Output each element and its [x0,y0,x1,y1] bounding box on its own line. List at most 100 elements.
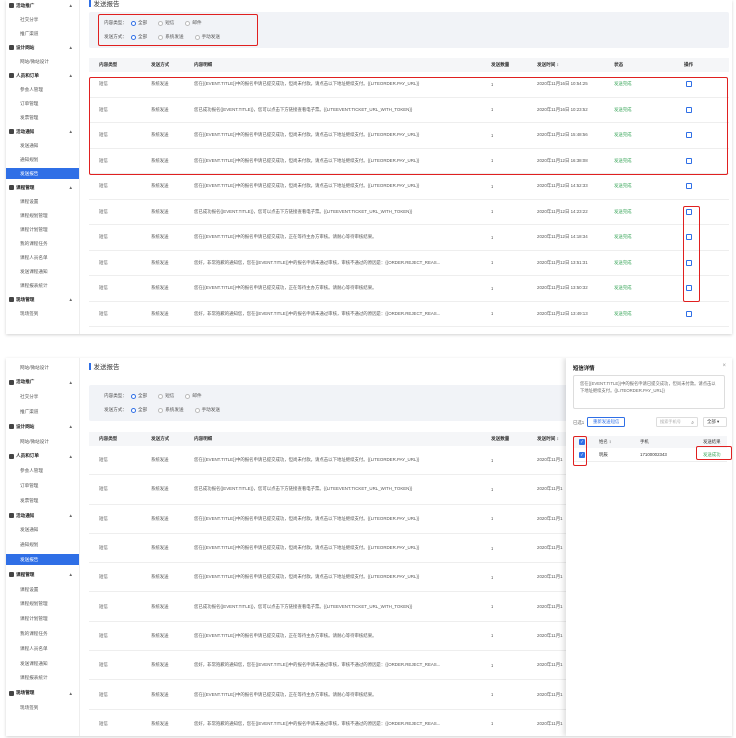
phone-search-input[interactable]: 搜索手机号 ⌕ [656,417,698,427]
sidebar-item[interactable]: 课程规划管理 [6,210,79,221]
sidebar-group[interactable]: 设计网站 ▲ [6,421,79,432]
sidebar-group[interactable]: 现场管理 ▲ [6,294,79,305]
view-detail-icon[interactable] [686,183,692,190]
column-header: 内容明细 [194,436,213,441]
sidebar-item[interactable]: 网站/微站设计 [6,362,79,373]
sidebar-item[interactable]: 社交分享 [6,392,79,403]
close-icon[interactable]: × [722,363,726,369]
view-detail-icon[interactable] [686,157,692,164]
sidebar-item[interactable]: 通知规划 [6,154,79,165]
sidebar-group[interactable]: 活动推广 ▲ [6,0,79,11]
sidebar-item[interactable]: 发送课程通知 [6,266,79,277]
chevron-up-icon[interactable]: ▲ [69,380,73,385]
chevron-up-icon[interactable]: ▲ [69,454,73,459]
sidebar-group[interactable]: 课程管理 ▲ [6,182,79,193]
column-header[interactable]: 发送时间 ↕ [537,432,559,446]
chevron-up-icon[interactable]: ▲ [69,297,73,302]
sidebar-group[interactable]: 人员和订单 ▲ [6,70,79,81]
sidebar-item[interactable]: 订单管理 [6,98,79,109]
sidebar-item[interactable]: 课程计划管理 [6,614,79,625]
sidebar-item[interactable]: 课程设置 [6,584,79,595]
sidebar-item[interactable]: 参会人管理 [6,84,79,95]
chevron-up-icon[interactable]: ▲ [69,129,73,134]
sidebar-item-label: 参会人管理 [20,86,43,92]
sidebar-item[interactable]: 发送通知 [6,525,79,536]
chevron-up-icon[interactable]: ▲ [69,691,73,696]
cell-send-count: 1 [491,457,494,463]
view-detail-icon[interactable] [686,234,692,241]
chevron-up-icon[interactable]: ▲ [69,185,73,190]
chevron-up-icon[interactable]: ▲ [69,513,73,518]
sidebar-group[interactable]: 现场管理 ▲ [6,688,79,699]
sidebar-group[interactable]: 活动推广 ▲ [6,377,79,388]
sidebar-item[interactable]: 发送通知 [6,140,79,151]
method-radio-manual[interactable]: 手动发送 [194,407,220,413]
col-phone: 手机 [640,439,649,444]
view-detail-icon[interactable] [686,81,692,88]
sidebar-item[interactable]: 课程报表统计 [6,280,79,291]
sidebar-item[interactable]: 通知规划 [6,540,79,551]
sidebar-item[interactable]: 发送课程通知 [6,658,79,669]
view-detail-icon[interactable] [686,106,692,113]
cell-send-time: 2020年11月1 [537,662,563,668]
sidebar-item[interactable]: 发送报告 [6,168,79,179]
resend-sms-button[interactable]: 重新发送短信 [587,417,626,427]
sidebar-group[interactable]: 活动通知 ▲ [6,510,79,521]
sidebar-item[interactable]: 推广渠道 [6,406,79,417]
column-header: 发送数量 [491,62,510,67]
type-radio-all[interactable]: 全部 [130,20,147,26]
sidebar-item[interactable]: 发票管理 [6,112,79,123]
sidebar-item[interactable]: 课程计划管理 [6,224,79,235]
search-icon[interactable]: ⌕ [691,420,694,426]
type-radio-email[interactable]: 邮件 [185,393,202,399]
sidebar-group[interactable]: 活动通知 ▲ [6,126,79,137]
sidebar-item[interactable]: 课程人员名单 [6,643,79,654]
sidebar-group[interactable]: 人员和订单 ▲ [6,451,79,462]
sidebar-item-label: 课程报表统计 [20,675,48,681]
sidebar-item[interactable]: 网站/微站设计 [6,436,79,447]
type-radio-sms[interactable]: 短信 [158,20,174,26]
view-detail-icon[interactable] [686,310,692,317]
row-checkbox[interactable]: ✓ [579,451,585,458]
sidebar-item[interactable]: 我的课程任务 [6,628,79,639]
sidebar-item[interactable]: 订单管理 [6,480,79,491]
method-radio-all[interactable]: 全部 [130,407,147,413]
sidebar-item[interactable]: 课程设置 [6,196,79,207]
type-radio-sms[interactable]: 短信 [158,393,174,399]
sidebar-item[interactable]: 社交分享 [6,14,79,25]
chevron-up-icon[interactable]: ▲ [69,424,73,429]
view-detail-icon[interactable] [686,208,692,215]
sidebar-item[interactable]: 课程规划管理 [6,599,79,610]
chevron-up-icon[interactable]: ▲ [69,572,73,577]
sidebar-group[interactable]: 设计网站 ▲ [6,42,79,53]
method-radio-manual[interactable]: 手动发送 [194,34,220,40]
sidebar-item[interactable]: 现场签到 [6,308,79,319]
sidebar-item[interactable]: 课程报表统计 [6,673,79,684]
sidebar-group[interactable]: 课程管理 ▲ [6,569,79,580]
view-detail-icon[interactable] [686,285,692,292]
chevron-up-icon[interactable]: ▲ [69,73,73,78]
type-radio-email[interactable]: 邮件 [185,20,202,26]
method-radio-all[interactable]: 全部 [130,34,147,40]
sidebar-item[interactable]: 现场签到 [6,702,79,713]
sidebar-item[interactable]: 推广渠道 [6,28,79,39]
result-filter-select[interactable]: 全部 ▾ [703,417,727,427]
view-detail-icon[interactable] [686,132,692,139]
type-radio-all[interactable]: 全部 [130,393,147,399]
sidebar-item[interactable]: 参会人管理 [6,466,79,477]
sidebar-item[interactable]: 发票管理 [6,495,79,506]
cell-content-type: 短信 [99,545,108,551]
column-header[interactable]: 发送时间 ↕ [537,58,559,72]
view-detail-icon[interactable] [686,259,692,266]
sidebar-item[interactable]: 课程人员名单 [6,252,79,263]
cell-content-detail: 您在{{EVENT.TITLE}}中的报名申请已提交成功，但尚未付款。请点击以下… [194,515,420,521]
sidebar-item[interactable]: 网站/微站设计 [6,56,79,67]
method-radio-system[interactable]: 系统发送 [158,34,184,40]
sidebar-item[interactable]: 我的课程任务 [6,238,79,249]
method-radio-system[interactable]: 系统发送 [158,407,184,413]
sidebar-item[interactable]: 发送报告 [6,554,79,566]
chevron-up-icon[interactable]: ▲ [69,3,73,8]
chevron-up-icon[interactable]: ▲ [69,45,73,50]
select-all-checkbox[interactable]: ✓ [579,439,585,445]
cell-content-type: 短信 [99,662,108,668]
